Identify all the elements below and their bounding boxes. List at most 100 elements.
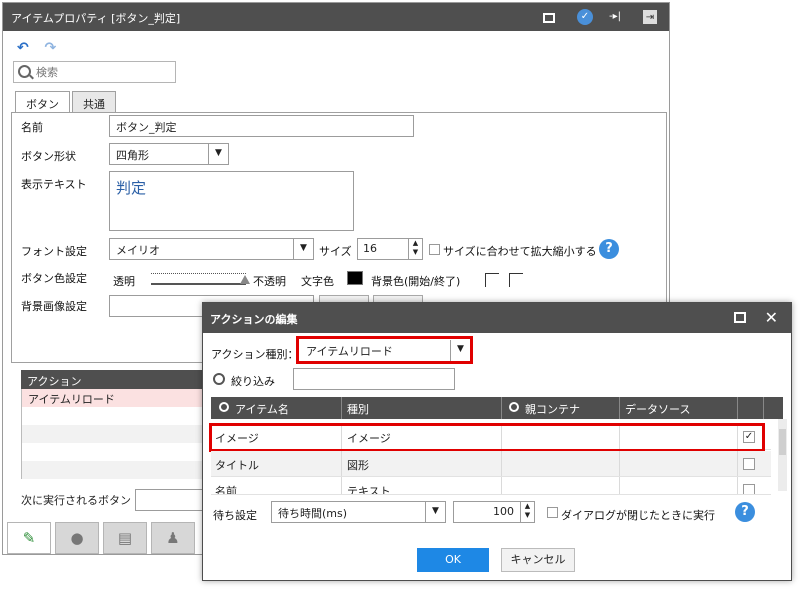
row-separator — [737, 477, 738, 494]
table-row[interactable]: タイトル 図形 — [211, 451, 771, 477]
row-type: テキスト — [347, 485, 391, 495]
list-item — [22, 407, 211, 425]
name-field[interactable]: ボタン_判定 — [109, 115, 414, 137]
opaque-label: 不透明 — [253, 275, 286, 288]
shape-dropdown[interactable]: 四角形 ▼ — [109, 143, 229, 165]
display-text-field[interactable]: 判定 — [109, 171, 354, 231]
items-grid-header: アイテム名 種別 親コンテナ データソース — [211, 397, 783, 419]
dialog-title: アクションの編集 — [210, 313, 298, 326]
maximize-icon[interactable] — [543, 13, 555, 23]
pencil-icon[interactable]: ✎ — [7, 522, 51, 554]
row-separator — [737, 451, 738, 476]
search-icon — [509, 402, 519, 412]
actions-header: アクション — [21, 370, 211, 389]
tab-button[interactable]: ボタン — [15, 91, 70, 113]
font-dropdown[interactable]: メイリオ ▼ — [109, 238, 314, 260]
panel-title: アイテムプロパティ [ボタン_判定] — [11, 12, 181, 25]
undo-icon[interactable]: ↶ — [17, 40, 35, 56]
col-separator — [763, 397, 764, 419]
row-checkbox[interactable] — [743, 484, 755, 494]
help-icon[interactable]: ? — [735, 502, 755, 522]
bg-color-label: 背景色(開始/終了) — [371, 275, 461, 288]
action-type-label: アクション種別： — [211, 348, 299, 361]
search-icon — [219, 402, 229, 412]
row-type: 図形 — [347, 459, 369, 472]
col-separator — [619, 397, 620, 419]
row-separator — [341, 451, 342, 476]
row-separator — [341, 477, 342, 494]
bg-end-color-swatch[interactable] — [509, 273, 523, 287]
col-separator — [737, 397, 738, 419]
row-highlight — [209, 423, 765, 452]
col-parent[interactable]: 親コンテナ — [525, 401, 580, 417]
slider-thumb[interactable] — [240, 275, 250, 284]
list-item — [22, 443, 211, 461]
close-exec-checkbox[interactable] — [547, 507, 558, 518]
row-separator — [501, 477, 502, 494]
wait-dropdown[interactable]: 待ち時間(ms) ▼ — [271, 501, 446, 523]
database-icon[interactable]: ▤ — [103, 522, 147, 554]
maximize-icon[interactable] — [734, 312, 746, 323]
chevron-down-icon: ▼ — [293, 239, 313, 259]
row-separator — [501, 451, 502, 476]
wait-ms-value: 100 — [493, 505, 514, 518]
close-exec-label: ダイアログが閉じたときに実行 — [561, 509, 715, 522]
wait-label: 待ち設定 — [213, 509, 257, 522]
row-checkbox[interactable] — [743, 458, 755, 470]
fit-size-label: サイズに合わせて拡大縮小する — [443, 245, 597, 258]
filter-input[interactable] — [293, 368, 455, 390]
search-tab-icon[interactable]: ● — [55, 522, 99, 554]
bg-start-color-swatch[interactable] — [485, 273, 499, 287]
list-item[interactable]: アイテムリロード — [22, 389, 211, 407]
col-item-name[interactable]: アイテム名 — [235, 401, 289, 417]
opacity-slider[interactable] — [151, 273, 250, 285]
chevron-down-icon: ▼ — [208, 144, 228, 164]
name-label: 名前 — [21, 121, 43, 134]
action-type-highlight — [296, 336, 473, 364]
check-icon[interactable]: ✓ — [577, 9, 593, 25]
pin-icon[interactable]: -▸| — [607, 9, 623, 25]
size-stepper[interactable]: 16 ▲ ▼ — [357, 238, 423, 260]
grid-scrollbar[interactable] — [778, 419, 787, 491]
list-item — [22, 425, 211, 443]
tab-common[interactable]: 共通 — [72, 91, 116, 113]
scrollbar-thumb[interactable] — [779, 429, 786, 455]
col-type[interactable]: 種別 — [347, 401, 369, 417]
cancel-button[interactable]: キャンセル — [501, 548, 575, 572]
bg-image-label: 背景画像設定 — [21, 300, 87, 313]
fit-size-checkbox[interactable] — [429, 244, 440, 255]
size-label: サイズ — [319, 245, 352, 258]
next-button-field[interactable] — [135, 489, 211, 511]
exit-icon[interactable]: ⇥ — [643, 10, 657, 24]
text-color-swatch[interactable] — [347, 271, 363, 285]
search-icon — [213, 373, 225, 385]
stepper-arrows-icon[interactable]: ▲ ▼ — [408, 239, 422, 259]
shape-value: 四角形 — [116, 149, 149, 162]
list-item — [22, 461, 211, 479]
search-input[interactable] — [36, 64, 171, 80]
table-row[interactable]: 名前 テキスト — [211, 477, 771, 495]
transparent-label: 透明 — [113, 275, 135, 288]
font-label: フォント設定 — [21, 245, 87, 258]
close-icon[interactable]: ✕ — [765, 308, 778, 327]
row-separator — [619, 477, 620, 494]
row-item-name: タイトル — [215, 459, 259, 472]
col-datasource[interactable]: データソース — [625, 401, 690, 417]
property-tabs: ボタン 共通 — [15, 91, 118, 113]
color-label: ボタン色設定 — [21, 272, 87, 285]
action-edit-dialog: アクションの編集 ✕ アクション種別： アイテムリロード ▼ 絞り込み アイテム… — [202, 302, 792, 581]
text-label: 表示テキスト — [21, 178, 87, 191]
col-separator — [341, 397, 342, 419]
stepper-arrows-icon[interactable]: ▲ ▼ — [520, 502, 534, 522]
search-icon — [18, 65, 31, 78]
ok-button[interactable]: OK — [417, 548, 489, 572]
property-search — [13, 61, 176, 83]
help-icon[interactable]: ? — [599, 239, 619, 259]
user-icon[interactable]: ♟ — [151, 522, 195, 554]
panel-titlebar: アイテムプロパティ [ボタン_判定] ✓ -▸| ⇥ — [3, 3, 669, 31]
dialog-titlebar: アクションの編集 ✕ — [203, 303, 791, 333]
wait-ms-stepper[interactable]: 100 ▲ ▼ — [453, 501, 535, 523]
row-separator — [619, 451, 620, 476]
redo-icon[interactable]: ↷ — [45, 40, 63, 56]
bottom-tabbar: ✎ ● ▤ ♟ — [7, 522, 217, 554]
